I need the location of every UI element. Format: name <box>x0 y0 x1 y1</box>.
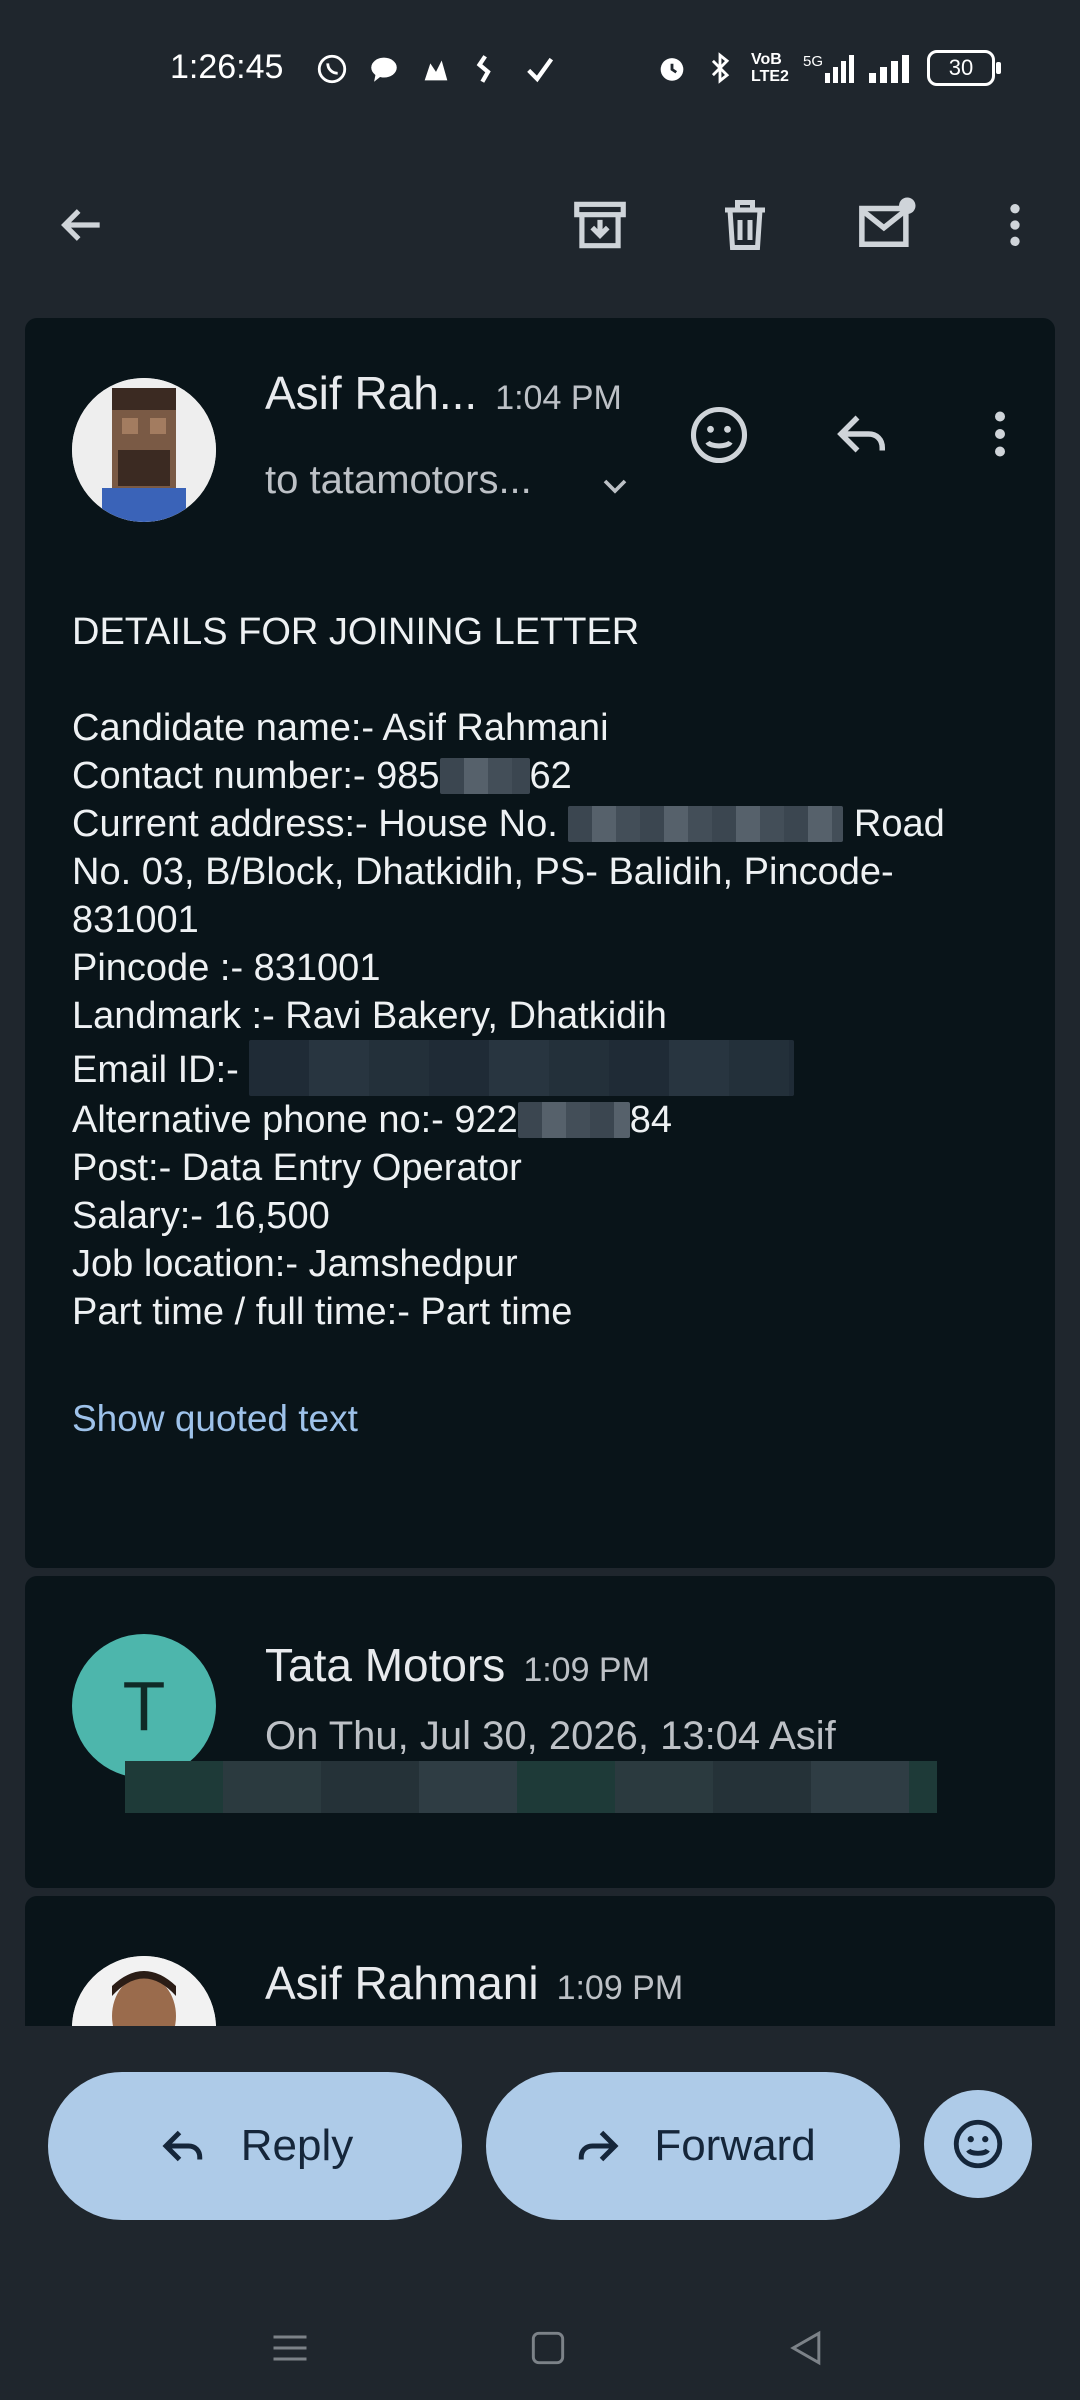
sender-line[interactable]: Asif Rah... 1:04 PM <box>265 366 622 420</box>
sender-name: Tata Motors <box>265 1639 506 1691</box>
add-reaction-icon[interactable] <box>685 401 753 469</box>
redacted-block <box>517 1102 630 1138</box>
reply-button[interactable]: Reply <box>48 2072 462 2220</box>
body-email: Email ID:- <box>72 1040 1022 1096</box>
notification-icons <box>315 52 557 86</box>
body-candidate: Candidate name:- Asif Rahmani <box>72 707 609 749</box>
recipient-line[interactable]: to tatamotors... <box>265 458 532 503</box>
email-message-expanded: Asif Rah... 1:04 PM to tatamotors... DETA… <box>25 318 1055 1568</box>
back-triangle-icon <box>790 2330 821 2366</box>
email-snippet: On Thu, Jul 30, 2026, 13:04 Asif <box>265 1714 836 1758</box>
signal-5g-icon: 5G <box>803 53 855 83</box>
sender-avatar[interactable] <box>72 378 216 522</box>
avatar-photo <box>72 1956 216 2026</box>
body-address-line2: No. 03, B/Block, Dhatkidih, PS- Balidih,… <box>72 851 894 893</box>
archive-icon <box>574 201 626 249</box>
body-contact: Contact number:- 985 62 <box>72 752 1022 800</box>
email-body: DETAILS FOR JOINING LETTER Candidate nam… <box>72 608 1022 1336</box>
check-icon <box>527 57 554 83</box>
email-message-collapsed[interactable]: T Tata Motors 1:09 PM On Thu, Jul 30, 202… <box>25 1576 1055 1888</box>
email-time: 1:09 PM <box>556 1969 684 2007</box>
more-options-button[interactable] <box>970 180 1060 270</box>
redacted-block <box>568 806 844 842</box>
show-quoted-text-link[interactable]: Show quoted text <box>72 1398 358 1440</box>
delete-button[interactable] <box>700 180 790 270</box>
nav-menu-button[interactable] <box>260 2318 320 2378</box>
archive-button[interactable] <box>555 180 645 270</box>
sender-avatar[interactable] <box>72 1956 216 2026</box>
signal-bars-2 <box>869 55 910 83</box>
contact-prefix: Contact number:- 985 <box>72 755 440 797</box>
body-salary: Salary:- 16,500 <box>72 1195 330 1237</box>
signal-bars-1 <box>825 55 855 83</box>
redacted-block <box>439 758 530 794</box>
sender-name: Asif Rah... <box>265 367 478 419</box>
nav-home-button[interactable] <box>518 2318 578 2378</box>
emoji-icon <box>953 2119 1003 2169</box>
sender-line: Tata Motors 1:09 PM <box>265 1638 650 1692</box>
body-pincode: Pincode :- 831001 <box>72 947 381 989</box>
redacted-block <box>125 1761 937 1813</box>
address-prefix: Current address:- House No. <box>72 803 558 845</box>
reply-icon[interactable] <box>830 401 896 467</box>
reply-label: Reply <box>240 2121 354 2170</box>
system-icons: VoB LTE2 5G 30 <box>655 50 1002 86</box>
contact-suffix: 62 <box>529 755 572 797</box>
body-landmark: Landmark :- Ravi Bakery, Dhatkidih <box>72 995 667 1037</box>
body-post: Post:- Data Entry Operator <box>72 1147 522 1189</box>
forward-label: Forward <box>654 2121 816 2170</box>
bluetooth-icon <box>711 52 730 84</box>
body-address-line3: 831001 <box>72 899 199 941</box>
system-nav-bar <box>0 2300 1080 2400</box>
battery-icon: 30 <box>927 50 1002 86</box>
reply-icon <box>162 2130 202 2162</box>
address-suffix: Road <box>853 803 945 845</box>
message-more-icon[interactable] <box>970 401 1030 467</box>
back-button[interactable] <box>36 180 126 270</box>
mark-unread-icon <box>859 197 916 247</box>
forward-icon <box>579 2130 619 2162</box>
trash-icon <box>725 200 765 250</box>
whatsapp-icon <box>317 54 347 84</box>
alt-prefix: Alternative phone no:- 922 <box>72 1099 518 1141</box>
menu-icon <box>273 2335 307 2361</box>
body-parttime: Part time / full time:- Part time <box>72 1291 573 1333</box>
mark-unread-button[interactable] <box>843 180 933 270</box>
react-button[interactable] <box>924 2090 1032 2198</box>
body-location: Job location:- Jamshedpur <box>72 1243 518 1285</box>
redacted-block <box>249 1040 795 1096</box>
sender-line: Asif Rahmani 1:09 PM <box>265 1956 683 2010</box>
email-prefix: Email ID:- <box>72 1049 239 1091</box>
chat-bubble-icon <box>371 57 397 82</box>
status-time: 1:26:45 <box>170 48 284 86</box>
body-subject: DETAILS FOR JOINING LETTER <box>72 611 640 653</box>
body-alt-phone: Alternative phone no:- 922 84 <box>72 1096 1022 1144</box>
more-vert-icon <box>1010 204 1020 246</box>
forward-button[interactable]: Forward <box>486 2072 900 2220</box>
app-notification-icon <box>424 60 448 81</box>
five-g-label: 5G <box>803 53 824 70</box>
email-toolbar <box>0 140 1080 310</box>
alt-suffix: 84 <box>629 1099 673 1141</box>
status-bar: 1:26:45 VoB LTE2 5G 30 <box>0 0 1080 140</box>
body-address: Current address:- House No. Road <box>72 800 1022 848</box>
volte-label: VoB LTE2 <box>751 51 789 85</box>
sender-avatar[interactable]: T <box>72 1634 216 1778</box>
alarm-icon <box>660 58 684 81</box>
recipient-text: to tatamotors... <box>265 458 532 502</box>
avatar-photo <box>72 378 216 522</box>
email-message-collapsed[interactable]: Asif Rahmani 1:09 PM <box>25 1896 1055 2026</box>
chevron-down-icon[interactable] <box>595 466 635 506</box>
nav-back-button[interactable] <box>776 2318 836 2378</box>
home-square-icon <box>531 2331 565 2365</box>
sender-name: Asif Rahmani <box>265 1957 539 2009</box>
email-time: 1:09 PM <box>523 1651 650 1689</box>
back-arrow-icon <box>61 209 100 241</box>
call-icon <box>476 55 491 83</box>
email-time: 1:04 PM <box>495 379 622 417</box>
